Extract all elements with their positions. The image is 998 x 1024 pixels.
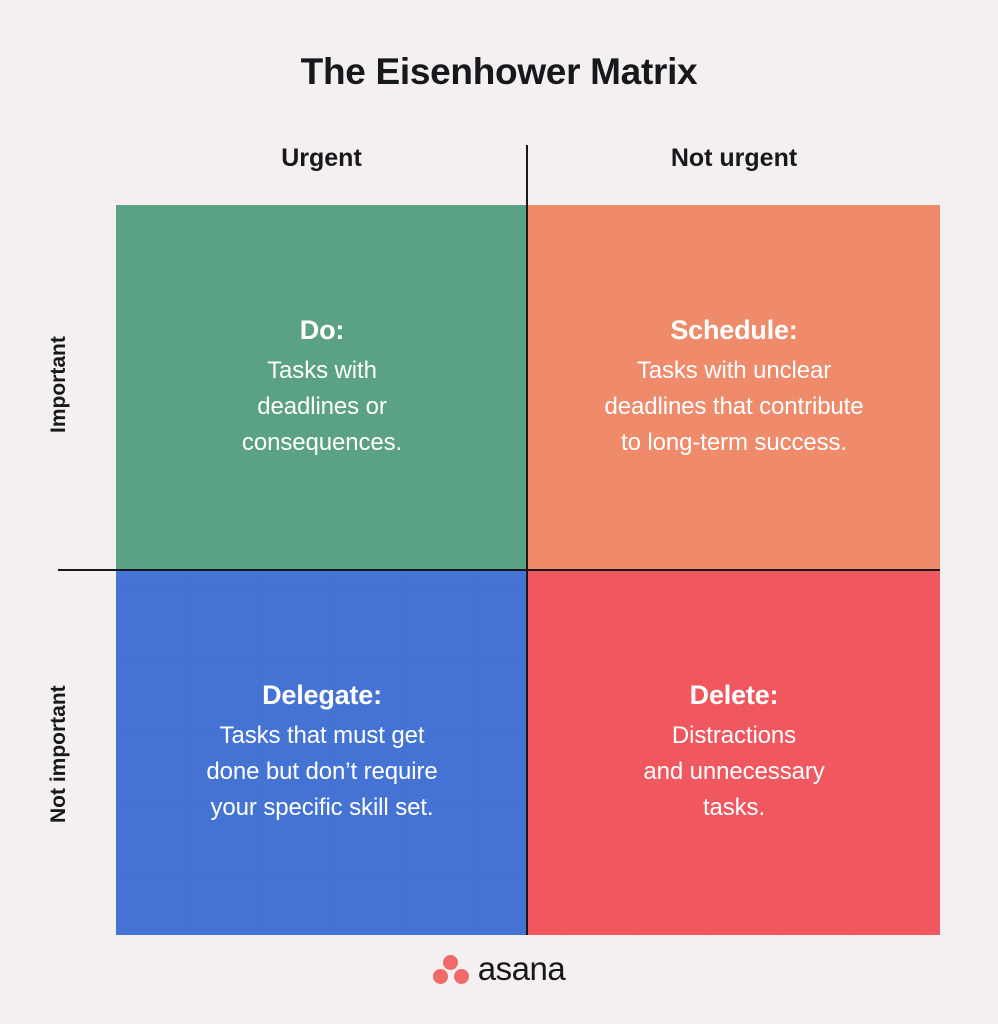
quadrant-delete-body: Distractions and unnecessary tasks. bbox=[643, 722, 825, 822]
quadrant-schedule-body: Tasks with unclear deadlines that contrib… bbox=[604, 357, 864, 457]
quadrant-delegate-body: Tasks that must get done but don’t requir… bbox=[206, 722, 438, 822]
quadrant-do-title: Do: bbox=[299, 314, 345, 345]
axis-divider-vertical bbox=[526, 145, 528, 935]
quadrant-delete-title: Delete: bbox=[689, 679, 779, 710]
asana-wordmark: asana bbox=[477, 950, 566, 987]
asana-logo-mark-icon bbox=[432, 954, 469, 985]
quadrant-do[interactable]: Do: Tasks with deadlines or consequences. bbox=[116, 205, 528, 570]
quadrant-do-body: Tasks with deadlines or consequences. bbox=[241, 357, 403, 457]
row-label-not-important: Not important bbox=[47, 685, 70, 823]
column-header-urgent: Urgent bbox=[281, 144, 362, 172]
logo-dot-right-icon bbox=[453, 968, 469, 984]
page-title: The Eisenhower Matrix bbox=[300, 51, 698, 92]
eisenhower-matrix-infographic: The Eisenhower Matrix Urgent Not urgent … bbox=[0, 0, 998, 1024]
row-label-important: Important bbox=[47, 336, 70, 434]
quadrant-delegate-title: Delegate: bbox=[262, 679, 382, 710]
logo-dot-top-icon bbox=[443, 954, 459, 970]
quadrant-delete[interactable]: Delete: Distractions and unnecessary tasks… bbox=[528, 570, 940, 935]
column-header-not-urgent: Not urgent bbox=[670, 144, 798, 172]
axis-divider-horizontal bbox=[58, 569, 940, 571]
asana-logo: asana bbox=[0, 952, 998, 987]
logo-dot-left-icon bbox=[432, 968, 448, 984]
quadrant-delegate[interactable]: Delegate: Tasks that must get done but do… bbox=[116, 570, 528, 935]
quadrant-schedule[interactable]: Schedule: Tasks with unclear deadlines th… bbox=[528, 205, 940, 570]
quadrant-schedule-title: Schedule: bbox=[670, 314, 798, 345]
